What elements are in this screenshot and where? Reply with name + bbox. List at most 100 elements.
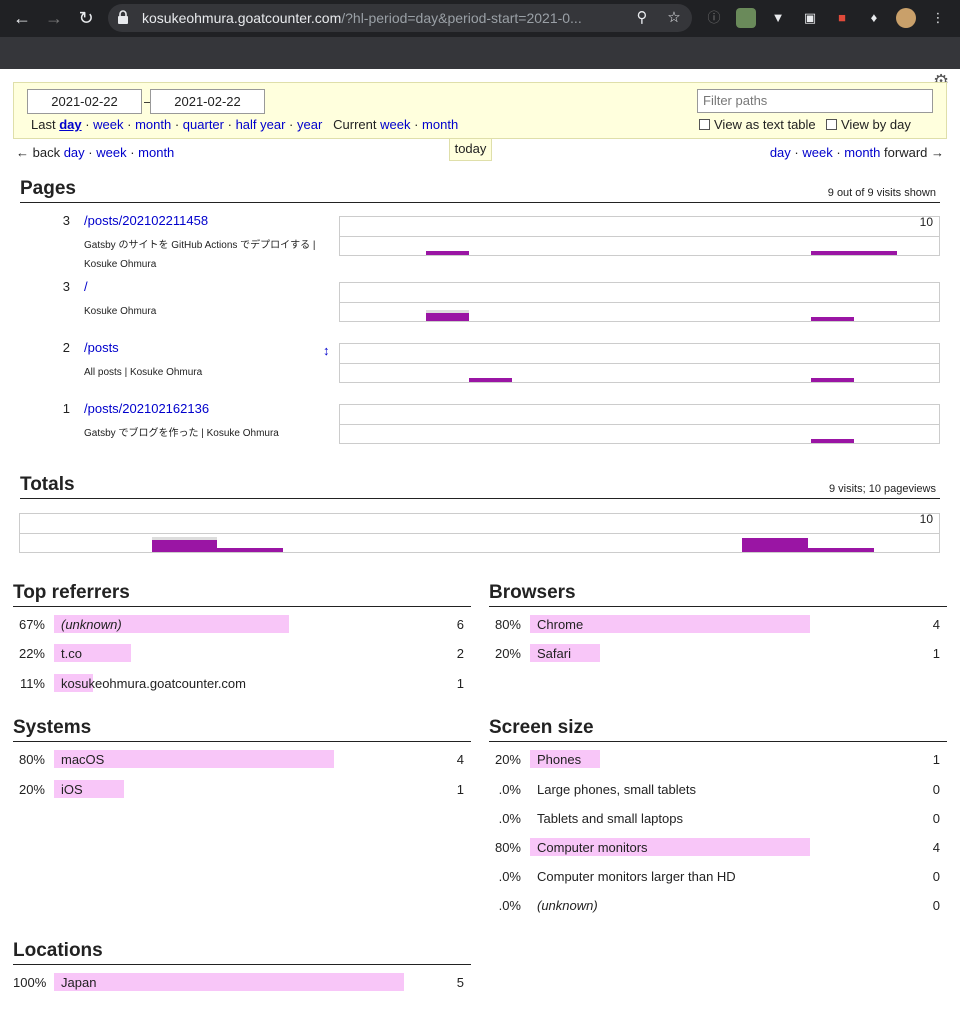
page-chart[interactable] bbox=[339, 282, 940, 322]
percent-text: .0% bbox=[498, 782, 521, 797]
count-text: 4 bbox=[932, 617, 940, 632]
page-title-text: Gatsby でブログを作った | Kosuke Ohmura bbox=[84, 428, 279, 439]
page-path-link[interactable]: /posts/202102162136 bbox=[84, 401, 209, 416]
extensions-puzzle-icon[interactable]: ♦ bbox=[864, 8, 884, 28]
page-chart[interactable] bbox=[339, 343, 940, 383]
current-month-link[interactable]: month bbox=[422, 117, 458, 132]
chart-bar[interactable] bbox=[811, 378, 854, 382]
count-text: 1 bbox=[456, 782, 464, 797]
chart-bar[interactable] bbox=[469, 378, 512, 382]
location-row[interactable]: 100% Japan 5 bbox=[13, 973, 471, 993]
extension-red-icon[interactable]: ■ bbox=[832, 8, 852, 28]
page-row: 3 /posts/202102211458 Gatsby のサイトを GitHu… bbox=[20, 213, 940, 273]
screen-row[interactable]: .0% Tablets and small laptops 0 bbox=[489, 809, 947, 829]
screen-row[interactable]: .0% Computer monitors larger than HD 0 bbox=[489, 867, 947, 887]
avatar[interactable] bbox=[896, 8, 916, 28]
row-label: Computer monitors larger than HD bbox=[537, 869, 736, 884]
chart-bar[interactable] bbox=[217, 548, 283, 552]
back-month-link[interactable]: month bbox=[138, 145, 174, 160]
zoom-icon[interactable]: ⚲ bbox=[634, 10, 650, 26]
fwd-day-link[interactable]: day bbox=[770, 145, 791, 160]
today-tab[interactable]: today bbox=[449, 139, 492, 161]
chart-bar[interactable] bbox=[426, 251, 469, 255]
extension-image-icon[interactable] bbox=[736, 8, 756, 28]
forward-nav: day · week · month forward → bbox=[769, 145, 944, 160]
percent-text: .0% bbox=[498, 898, 521, 913]
systems-title: Systems bbox=[13, 717, 92, 738]
totals-chart[interactable]: 10 bbox=[19, 512, 940, 553]
last-quarter-link[interactable]: quarter bbox=[183, 117, 224, 132]
row-label: Computer monitors bbox=[537, 840, 648, 855]
referrer-row[interactable]: 11% kosukeohmura.goatcounter.com 1 bbox=[13, 674, 471, 694]
screen-row[interactable]: 80% Computer monitors 4 bbox=[489, 838, 947, 858]
page-path-link[interactable]: /posts/202102211458 bbox=[84, 213, 208, 228]
count-text: 0 bbox=[932, 782, 940, 797]
referrer-row[interactable]: 67% (unknown) 6 bbox=[13, 615, 471, 635]
view-by-day-checkbox[interactable]: View by day bbox=[826, 117, 911, 132]
view-text-table-checkbox[interactable]: View as text table bbox=[699, 117, 816, 132]
period-end-input[interactable]: 2021-02-22 bbox=[150, 89, 265, 114]
browser-chrome: ← → ↻ kosukeohmura.goatcounter.com/?hl-p… bbox=[0, 0, 960, 69]
back-week-link[interactable]: week bbox=[96, 145, 126, 160]
row-label: (unknown) bbox=[61, 617, 122, 632]
page-path-link[interactable]: / bbox=[84, 279, 88, 294]
screen-row[interactable]: .0% Large phones, small tablets 0 bbox=[489, 780, 947, 800]
chart-bar[interactable] bbox=[811, 251, 897, 255]
screen-row[interactable]: .0% (unknown) 0 bbox=[489, 896, 947, 916]
systems-header: Systems bbox=[13, 715, 471, 742]
back-arrow-icon[interactable]: ← bbox=[12, 8, 32, 28]
pages-meta: 9 out of 9 visits shown bbox=[827, 187, 936, 199]
page-path-link[interactable]: /posts bbox=[84, 340, 119, 355]
page-chart[interactable]: 10 bbox=[339, 215, 940, 256]
info-icon[interactable]: ⓘ bbox=[704, 8, 724, 28]
totals-header: Totals 9 visits; 10 pageviews bbox=[20, 472, 940, 499]
current-week-link[interactable]: week bbox=[380, 117, 410, 132]
locations-title: Locations bbox=[13, 940, 103, 961]
screen-row[interactable]: 20% Phones 1 bbox=[489, 750, 947, 770]
chart-bar[interactable] bbox=[152, 540, 217, 552]
count-text: 0 bbox=[932, 869, 940, 884]
locations-header: Locations bbox=[13, 938, 471, 965]
lock-icon bbox=[118, 10, 128, 24]
system-row[interactable]: 80% macOS 4 bbox=[13, 750, 471, 770]
row-label: Large phones, small tablets bbox=[537, 782, 696, 797]
referrer-row[interactable]: 22% t.co 2 bbox=[13, 644, 471, 664]
extension-v-icon[interactable]: ▼ bbox=[768, 8, 788, 28]
fwd-week-link[interactable]: week bbox=[802, 145, 832, 160]
page-count: 3 bbox=[62, 279, 70, 294]
address-bar[interactable]: kosukeohmura.goatcounter.com/?hl-period=… bbox=[108, 4, 692, 32]
count-text: 1 bbox=[932, 752, 940, 767]
last-week-link[interactable]: week bbox=[93, 117, 123, 132]
page-chart[interactable] bbox=[339, 404, 940, 444]
chart-bar[interactable] bbox=[811, 317, 854, 321]
forward-arrow-icon[interactable]: → bbox=[44, 8, 64, 28]
page-count: 1 bbox=[62, 401, 70, 416]
percent-text: 80% bbox=[494, 617, 521, 632]
back-day-link[interactable]: day bbox=[64, 145, 85, 160]
last-month-link[interactable]: month bbox=[135, 117, 171, 132]
last-half-year-link[interactable]: half year bbox=[236, 117, 286, 132]
system-row[interactable]: 20% iOS 1 bbox=[13, 780, 471, 800]
reload-icon[interactable]: ↻ bbox=[76, 8, 96, 28]
percent-text: .0% bbox=[498, 869, 521, 884]
row-label: Chrome bbox=[537, 617, 584, 632]
current-label: Current bbox=[333, 117, 377, 132]
chart-bar[interactable] bbox=[426, 313, 469, 321]
page-count: 2 bbox=[62, 340, 70, 355]
menu-kebab-icon[interactable]: ⋮ bbox=[928, 8, 948, 28]
period-start-input[interactable]: 2021-02-22 bbox=[27, 89, 142, 114]
percent-text: 20% bbox=[494, 752, 521, 767]
last-day-link[interactable]: day bbox=[59, 117, 81, 132]
browser-row[interactable]: 20% Safari 1 bbox=[489, 644, 947, 664]
chart-bar[interactable] bbox=[808, 548, 874, 552]
bookmark-star-icon[interactable]: ☆ bbox=[666, 10, 682, 26]
chart-bar[interactable] bbox=[811, 439, 854, 443]
filter-paths-input[interactable]: Filter paths bbox=[697, 89, 933, 113]
screen-title: Screen size bbox=[489, 717, 594, 738]
browser-row[interactable]: 80% Chrome 4 bbox=[489, 615, 947, 635]
resize-arrow-icon[interactable]: ↕ bbox=[323, 343, 330, 358]
last-year-link[interactable]: year bbox=[297, 117, 322, 132]
chart-bar[interactable] bbox=[742, 538, 808, 552]
fwd-month-link[interactable]: month bbox=[844, 145, 880, 160]
extension-window-icon[interactable]: ▣ bbox=[800, 8, 820, 28]
